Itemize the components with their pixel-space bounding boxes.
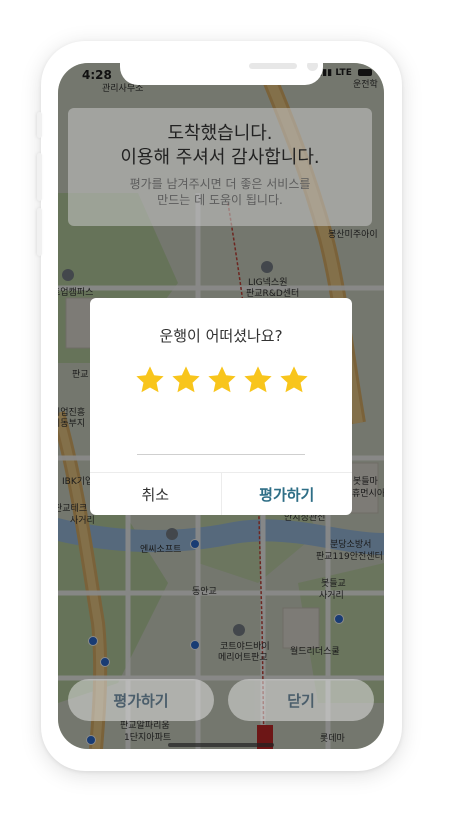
- network-type: LTE: [335, 68, 352, 78]
- status-indicators: ▮▮▮ LTE: [317, 68, 372, 78]
- speaker-grille: [249, 63, 297, 69]
- phone-notch: [120, 63, 323, 85]
- star-icon[interactable]: [206, 364, 238, 396]
- dialog-actions: 취소 평가하기: [90, 472, 352, 515]
- dialog-title: 운행이 어떠셨나요?: [159, 327, 283, 345]
- front-camera: [307, 63, 318, 71]
- cancel-button[interactable]: 취소: [90, 473, 222, 515]
- arrival-message-card: 도착했습니다. 이용해 주셔서 감사합니다. 평가를 남겨주시면 더 좋은 서비…: [68, 108, 372, 226]
- phone-volume-down: [37, 208, 42, 256]
- arrival-title-line2: 이용해 주셔서 감사합니다.: [120, 147, 320, 168]
- phone-side-button: [37, 112, 42, 138]
- phone-screen: 관리사무소 운전학 봉산미주아이 LIG넥스원 판교R&D센터 트업캠퍼스 판교…: [58, 63, 384, 749]
- rating-dialog: 운행이 어떠셨나요? 취소 평가하기: [90, 298, 352, 515]
- arrival-title-line1: 도착했습니다.: [167, 123, 273, 144]
- rate-button[interactable]: 평가하기: [68, 679, 214, 721]
- status-time: 4:28: [82, 68, 112, 82]
- comment-input[interactable]: [137, 454, 305, 455]
- arrival-subtitle: 평가를 남겨주시면 더 좋은 서비스를 만드는 데 도움이 됩니다.: [68, 176, 372, 208]
- star-icon[interactable]: [242, 364, 274, 396]
- arrival-subtitle-line1: 평가를 남겨주시면 더 좋은 서비스를: [129, 177, 311, 191]
- arrival-subtitle-line2: 만드는 데 도움이 됩니다.: [157, 193, 283, 207]
- battery-icon: [358, 69, 372, 76]
- home-indicator[interactable]: [168, 743, 274, 747]
- phone-volume-up: [37, 153, 42, 201]
- submit-rating-button[interactable]: 평가하기: [222, 473, 353, 515]
- arrival-title: 도착했습니다. 이용해 주셔서 감사합니다.: [68, 122, 372, 170]
- close-button[interactable]: 닫기: [228, 679, 374, 721]
- star-icon[interactable]: [170, 364, 202, 396]
- star-icon[interactable]: [134, 364, 166, 396]
- star-icon[interactable]: [278, 364, 310, 396]
- star-rating[interactable]: [134, 364, 310, 400]
